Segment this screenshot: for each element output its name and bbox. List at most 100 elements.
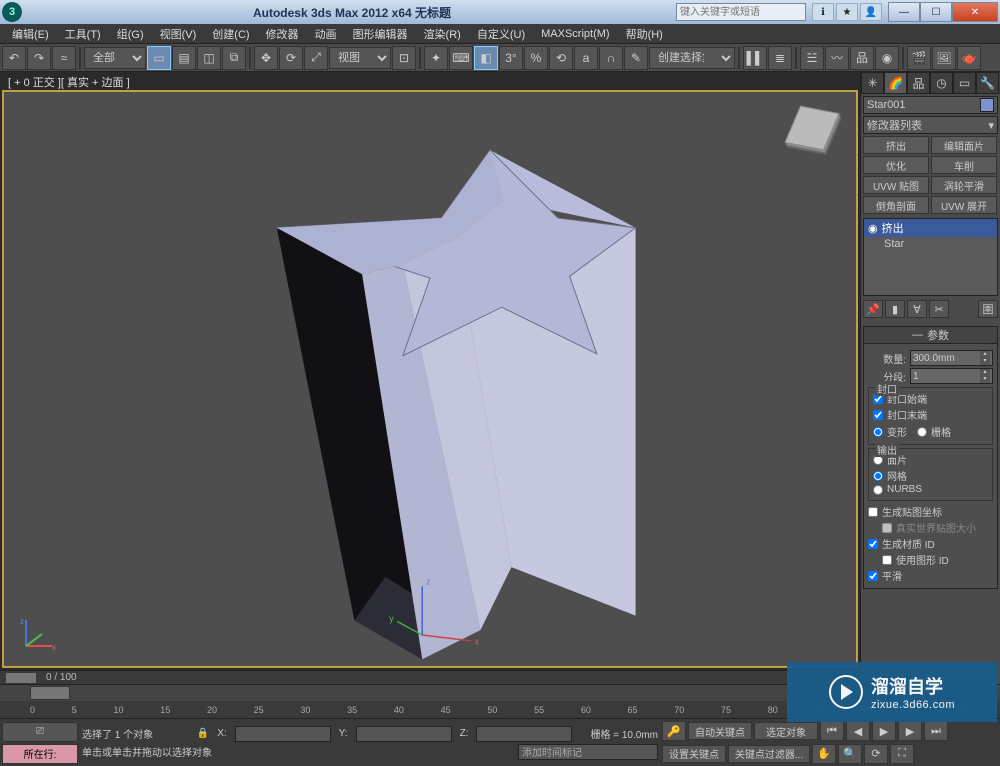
curve-editor-icon[interactable]: 〰 [825,46,849,70]
gen-mapcoords-checkbox[interactable]: 生成贴图坐标 [868,504,993,519]
script-line-button[interactable]: 所在行: [2,744,78,764]
rollup-params-header[interactable]: —参数 [863,326,998,344]
mirror-icon[interactable]: ▌▌ [743,46,767,70]
gen-matid-checkbox[interactable]: 生成材质 ID [868,536,993,551]
select-object-icon[interactable]: ▭ [147,46,171,70]
render-setup-icon[interactable]: 🎬 [907,46,931,70]
selection-filter[interactable]: 全部 [84,47,146,69]
menu-help[interactable]: 帮助(H) [618,26,671,42]
maximize-button[interactable]: ☐ [920,2,952,22]
tab-create-icon[interactable]: ✳ [861,72,884,94]
select-name-icon[interactable]: ▤ [172,46,196,70]
app-icon[interactable]: 3 [2,2,22,22]
window-cross-icon[interactable]: ⧉ [222,46,246,70]
tab-display-icon[interactable]: ▭ [953,72,976,94]
next-frame-icon[interactable]: ▶ [898,721,922,741]
eye-icon[interactable]: ◉ [868,222,878,235]
user-icon[interactable]: 👤 [860,3,882,21]
move-icon[interactable]: ✥ [254,46,278,70]
mini-listener-icon[interactable]: ⎚ [2,722,78,742]
mod-btn-uvwmap[interactable]: UVW 贴图 [863,176,929,194]
autokey-button[interactable]: 自动关键点 [688,722,752,740]
menu-view[interactable]: 视图(V) [152,26,205,42]
cap-grid-radio[interactable]: 栅格 [917,424,951,439]
menu-group[interactable]: 组(G) [109,26,152,42]
nav-orbit-icon[interactable]: ⟳ [864,744,888,764]
menu-render[interactable]: 渲染(R) [416,26,469,42]
configure-icon[interactable]: 圉 [978,300,998,318]
material-editor-icon[interactable]: ◉ [875,46,899,70]
menu-grapheditor[interactable]: 图形编辑器 [345,26,416,42]
spinner-snap-icon[interactable]: ⟲ [549,46,573,70]
setkey-button[interactable]: 设置关键点 [662,745,726,763]
selected-object-button[interactable]: 选定对象 [754,722,818,740]
render-frame-icon[interactable]: 🖼 [932,46,956,70]
realworld-checkbox[interactable]: 真实世界贴图大小 [868,520,993,535]
mod-btn-extrude[interactable]: 挤出 [863,136,929,154]
star-icon[interactable]: ★ [836,3,858,21]
viewport[interactable]: x y z x z [2,90,858,668]
segments-spinner[interactable]: 1▴▾ [910,368,993,384]
object-name-input[interactable]: Star001 [863,96,998,114]
align-icon[interactable]: ≣ [768,46,792,70]
smooth-checkbox[interactable]: 平滑 [868,568,993,583]
keyfilter-button[interactable]: 关键点过滤器... [728,745,810,763]
cap-end-checkbox[interactable]: 封口末端 [873,407,988,422]
coord-x-input[interactable] [235,726,331,742]
menu-edit[interactable]: 编辑(E) [4,26,57,42]
snap-a-icon[interactable]: a [574,46,598,70]
menu-tools[interactable]: 工具(T) [57,26,109,42]
info-icon[interactable]: ℹ [812,3,834,21]
mod-btn-lathe[interactable]: 车削 [931,156,997,174]
modifier-stack[interactable]: ◉ 挤出 Star [863,218,998,296]
play-icon[interactable]: ▶ [872,721,896,741]
viewport-label[interactable]: [ + 0 正交 ][ 真实 + 边面 ] [0,72,860,90]
schematic-icon[interactable]: 品 [850,46,874,70]
render-icon[interactable]: 🫖 [957,46,981,70]
scroll-thumb[interactable] [6,673,36,683]
select-rect-icon[interactable]: ◫ [197,46,221,70]
keyboard-icon[interactable]: ⌨ [449,46,473,70]
goto-start-icon[interactable]: ⏮ [820,721,844,741]
percent-snap-icon[interactable]: % [524,46,548,70]
menu-modifiers[interactable]: 修改器 [258,26,307,42]
tab-hierarchy-icon[interactable]: 品 [907,72,930,94]
coord-z-input[interactable] [476,726,572,742]
menu-maxscript[interactable]: MAXScript(M) [533,28,617,40]
goto-end-icon[interactable]: ⏭ [924,721,948,741]
mod-btn-editpatch[interactable]: 编辑面片 [931,136,997,154]
minimize-button[interactable]: — [888,2,920,22]
mod-btn-optimize[interactable]: 优化 [863,156,929,174]
stack-item-extrude[interactable]: ◉ 挤出 [864,219,997,237]
use-shapeid-checkbox[interactable]: 使用图形 ID [868,552,993,567]
lock-icon[interactable]: 🔒 [197,728,209,739]
help-search-input[interactable] [676,3,806,21]
tab-motion-icon[interactable]: ◷ [930,72,953,94]
coord-y-input[interactable] [356,726,452,742]
pivot-icon[interactable]: ⊡ [392,46,416,70]
menu-anim[interactable]: 动画 [307,26,345,42]
rotate-icon[interactable]: ⟳ [279,46,303,70]
ref-coord-select[interactable]: 视图 [329,47,391,69]
named-selection[interactable]: 创建选择集 [649,47,735,69]
scale-icon[interactable]: ⤢ [304,46,328,70]
show-end-icon[interactable]: ▮ [885,300,905,318]
mod-btn-uvwunwrap[interactable]: UVW 展开 [931,196,997,214]
tab-utilities-icon[interactable]: 🔧 [976,72,999,94]
edit-named-icon[interactable]: ✎ [624,46,648,70]
redo-icon[interactable]: ↷ [27,46,51,70]
undo-icon[interactable]: ↶ [2,46,26,70]
snap-b-icon[interactable]: ∩ [599,46,623,70]
link-icon[interactable]: ≈ [52,46,76,70]
modifier-list-dropdown[interactable]: 修改器列表▾ [863,116,998,134]
out-nurbs-radio[interactable]: NURBS [873,484,988,495]
close-button[interactable]: ✕ [952,2,998,22]
nav-max-icon[interactable]: ⛶ [890,744,914,764]
amount-spinner[interactable]: 300.0mm▴▾ [910,350,993,366]
pin-stack-icon[interactable]: 📌 [863,300,883,318]
mod-btn-turbosmooth[interactable]: 涡轮平滑 [931,176,997,194]
viewport-hscroll[interactable]: 0 / 100 [0,670,860,684]
object-color-swatch[interactable] [980,98,994,112]
key-mode-icon[interactable]: 🔑 [662,721,686,741]
manip-icon[interactable]: ✦ [424,46,448,70]
